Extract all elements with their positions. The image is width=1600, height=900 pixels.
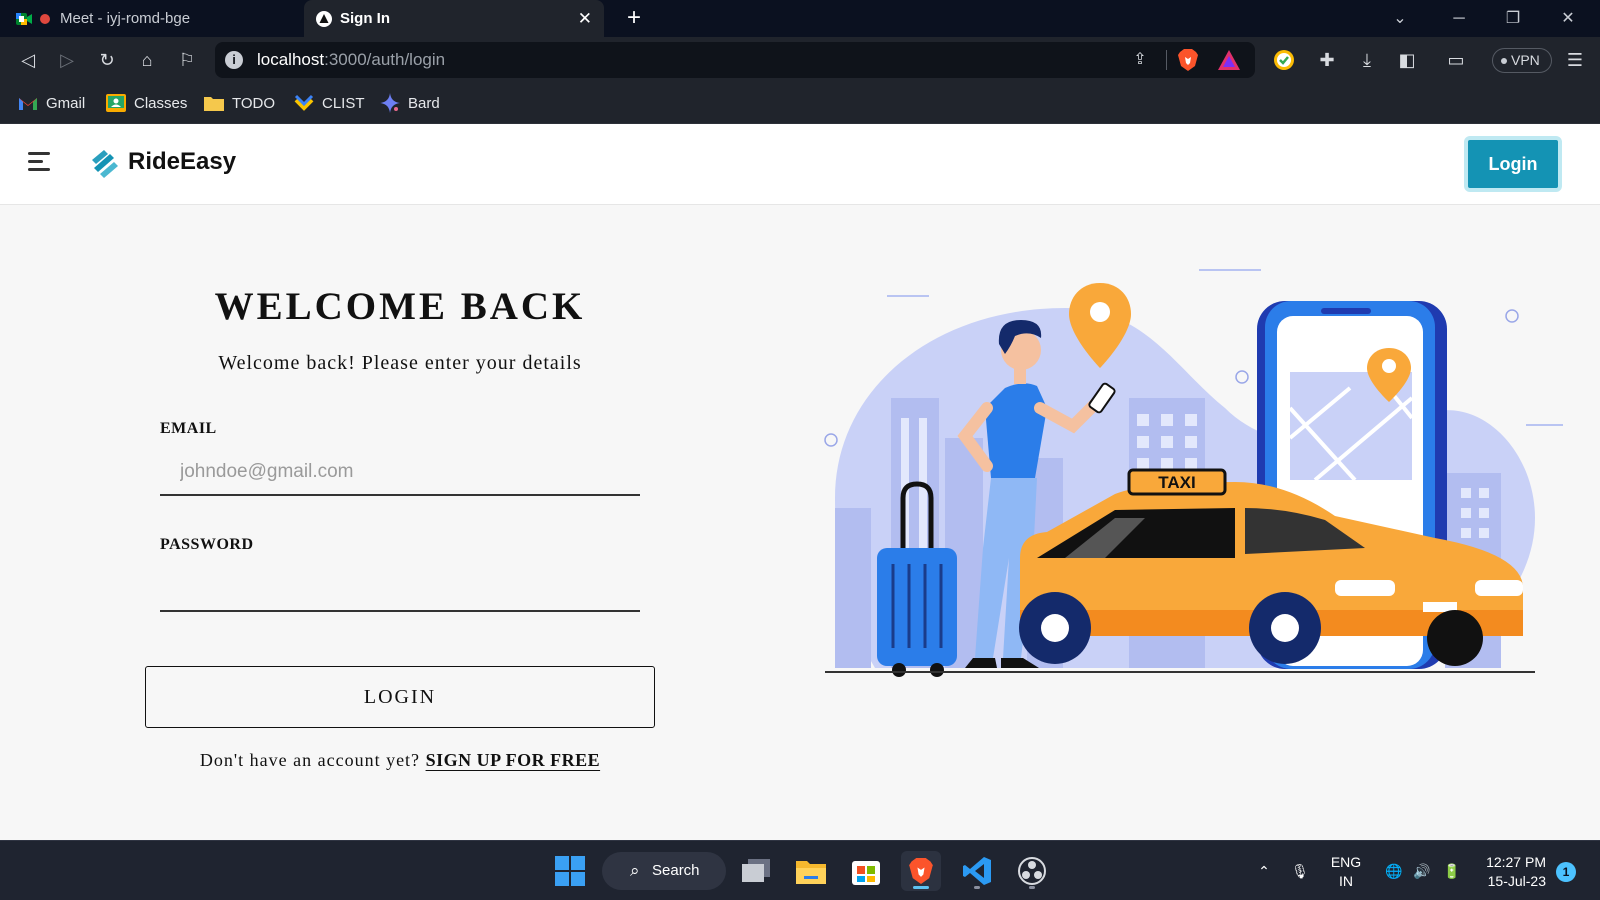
bookmark-classes[interactable]: Classes — [106, 91, 187, 115]
back-icon[interactable]: ◁ — [14, 46, 42, 74]
signup-link[interactable]: SIGN UP FOR FREE — [426, 750, 601, 770]
network-globe-icon[interactable]: 🌐 — [1382, 841, 1406, 900]
volume-icon[interactable]: 🔊 — [1410, 841, 1434, 900]
page-title: WELCOME BACK — [214, 285, 586, 328]
system-clock[interactable]: 12:27 PM 15-Jul-23 — [1476, 853, 1546, 891]
bookmarks-bar: Gmail Classes TODO CLIST Bard — [0, 83, 1600, 124]
folder-icon — [204, 93, 224, 113]
login-submit-button[interactable]: LOGIN — [145, 666, 655, 728]
forward-icon[interactable]: ▷ — [53, 46, 81, 74]
header-login-button[interactable]: Login — [1464, 136, 1562, 192]
tab-title: Sign In — [340, 10, 390, 27]
reload-icon[interactable]: ↻ — [93, 46, 121, 74]
url-text[interactable]: localhost:3000/auth/login — [257, 50, 445, 70]
bookmark-label: CLIST — [322, 94, 365, 112]
divider — [1166, 50, 1167, 70]
address-bar[interactable]: i localhost:3000/auth/login ⇪ — [215, 42, 1255, 78]
microphone-icon[interactable]: 🎙 — [1288, 841, 1312, 900]
extensions-puzzle-icon[interactable]: ✚ — [1313, 46, 1341, 74]
password-field[interactable] — [160, 566, 640, 612]
bookmark-clist[interactable]: CLIST — [294, 91, 365, 115]
microsoft-store-icon[interactable] — [846, 851, 886, 891]
signup-prompt: Don't have an account yet? SIGN UP FOR F… — [145, 750, 655, 771]
close-window-button[interactable]: ✕ — [1545, 0, 1591, 37]
email-field[interactable] — [160, 450, 640, 496]
share-icon[interactable]: ⇪ — [1129, 49, 1151, 71]
task-view-icon[interactable] — [736, 851, 776, 891]
tab-favicon-icon — [316, 10, 332, 27]
google-meet-icon — [16, 11, 32, 27]
gmail-icon — [18, 93, 38, 113]
windows-start-icon[interactable] — [550, 851, 590, 891]
running-app-indicator — [1029, 886, 1035, 889]
bookmark-todo[interactable]: TODO — [204, 91, 275, 115]
extension-icon[interactable] — [1273, 49, 1295, 71]
minimize-button[interactable]: ─ — [1436, 0, 1482, 37]
brave-rewards-icon[interactable] — [1217, 49, 1241, 71]
download-icon[interactable]: ⤓ — [1353, 46, 1381, 74]
brave-shields-icon[interactable] — [1177, 48, 1199, 72]
region-code: IN — [1339, 873, 1353, 889]
bookmark-label: Classes — [134, 94, 188, 112]
search-label: Search — [652, 862, 700, 879]
windows-taskbar: ⌕ Search ⌃ 🎙 ENG IN 🌐 🔊 🔋 12:27 PM 15-Ju… — [0, 840, 1600, 900]
new-tab-button[interactable]: + — [620, 5, 648, 33]
bard-icon — [380, 93, 400, 113]
bookmark-bard[interactable]: Bard — [380, 91, 440, 115]
bookmark-label: TODO — [232, 94, 276, 112]
app-header: RideEasy Login — [0, 124, 1600, 205]
show-hidden-icons-chevron-icon[interactable]: ⌃ — [1252, 841, 1276, 900]
wallet-icon[interactable]: ▭ — [1442, 46, 1470, 74]
notification-badge[interactable]: 1 — [1556, 862, 1576, 882]
bookmark-label: Gmail — [46, 94, 86, 112]
tab-title: Meet - iyj-romd-bge — [60, 10, 191, 27]
tab-meet[interactable]: Meet - iyj-romd-bge — [0, 0, 304, 37]
restore-button[interactable]: ❐ — [1490, 0, 1536, 37]
taxi-booking-illustration: TAXI — [824, 269, 1563, 677]
recording-indicator-icon — [40, 13, 50, 24]
clock-date: 15-Jul-23 — [1487, 873, 1546, 889]
rideeasy-logo-icon — [92, 150, 118, 178]
clist-icon — [294, 93, 314, 113]
sidebar-icon[interactable]: ◧ — [1393, 46, 1421, 74]
vscode-icon[interactable] — [957, 851, 997, 891]
brave-browser-icon[interactable] — [901, 851, 941, 891]
site-info-icon[interactable]: i — [225, 51, 243, 69]
tab-sign-in[interactable]: Sign In ✕ — [304, 0, 604, 37]
home-icon[interactable]: ⌂ — [133, 46, 161, 74]
running-app-indicator — [974, 886, 980, 889]
search-icon: ⌕ — [630, 861, 640, 880]
signup-prompt-text: Don't have an account yet? — [199, 750, 421, 770]
tab-search-chevron-icon[interactable]: ⌄ — [1377, 0, 1423, 37]
browser-tab-strip: Meet - iyj-romd-bge Sign In ✕ + ⌄ ─ ❐ ✕ — [0, 0, 1600, 37]
vpn-button[interactable]: VPN — [1492, 48, 1552, 73]
browser-toolbar: ◁ ▷ ↻ ⌂ ⚐ i localhost:3000/auth/login ⇪ … — [0, 37, 1600, 83]
page-subtitle: Welcome back! Please enter your details — [218, 352, 582, 374]
bookmark-icon[interactable]: ⚐ — [173, 46, 201, 74]
email-label: EMAIL — [160, 420, 217, 437]
password-label: PASSWORD — [160, 536, 254, 553]
language-indicator[interactable]: ENG IN — [1326, 853, 1366, 891]
language-code: ENG — [1330, 854, 1362, 870]
clock-time: 12:27 PM — [1486, 854, 1546, 870]
close-tab-icon[interactable]: ✕ — [578, 9, 592, 29]
menu-hamburger-icon[interactable] — [28, 152, 52, 174]
active-app-indicator — [913, 886, 929, 889]
obs-icon[interactable] — [1012, 851, 1052, 891]
file-explorer-icon[interactable] — [791, 851, 831, 891]
bookmark-gmail[interactable]: Gmail — [18, 91, 85, 115]
classroom-icon — [106, 93, 126, 113]
taskbar-search[interactable]: ⌕ Search — [602, 852, 726, 890]
brand-name[interactable]: RideEasy — [128, 148, 236, 176]
menu-icon[interactable]: ☰ — [1561, 46, 1589, 74]
battery-icon[interactable]: 🔋 — [1440, 841, 1464, 900]
taxi-sign-text: TAXI — [1158, 473, 1195, 492]
bookmark-label: Bard — [408, 94, 440, 112]
